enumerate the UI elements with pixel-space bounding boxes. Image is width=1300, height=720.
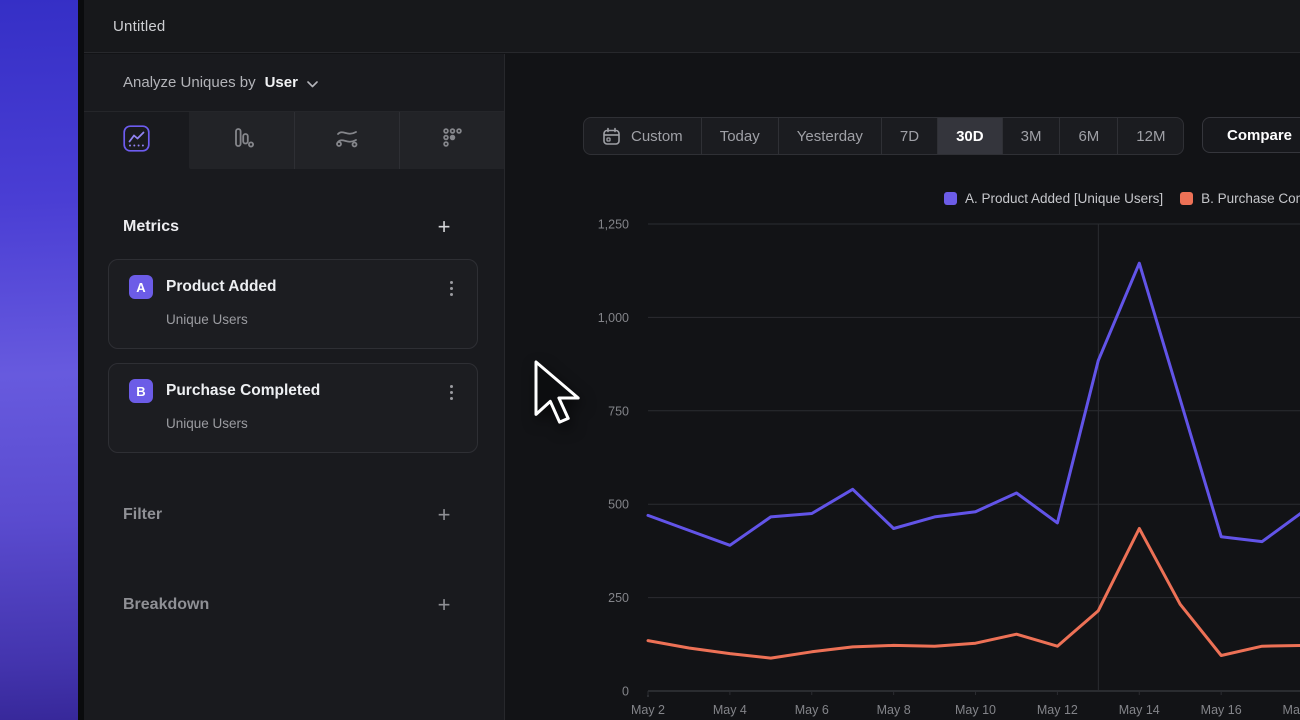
brand-gradient-stripe bbox=[0, 0, 78, 720]
breakdown-header: Breakdown + bbox=[84, 589, 504, 621]
metric-badge-b: B bbox=[129, 379, 153, 403]
tab-bar-chart[interactable] bbox=[189, 112, 294, 169]
add-metric-button[interactable]: + bbox=[432, 215, 456, 239]
metric-badge-a: A bbox=[129, 275, 153, 299]
metric-measure[interactable]: Unique Users bbox=[166, 312, 463, 327]
svg-text:May 18: May 18 bbox=[1283, 703, 1300, 717]
filter-header: Filter + bbox=[84, 499, 504, 531]
svg-text:0: 0 bbox=[622, 685, 629, 699]
svg-text:250: 250 bbox=[608, 591, 629, 605]
analyze-entity-dropdown[interactable]: User bbox=[265, 74, 298, 91]
sidebar: Analyze Uniques by User bbox=[84, 54, 505, 720]
chart-panel: CustomTodayYesterday7D30D3M6M12M Compare… bbox=[506, 54, 1300, 720]
svg-text:750: 750 bbox=[608, 404, 629, 418]
svg-text:May 2: May 2 bbox=[631, 703, 665, 717]
analyze-label: Analyze Uniques by bbox=[123, 74, 256, 91]
tab-flow-chart[interactable] bbox=[294, 112, 399, 169]
svg-text:May 10: May 10 bbox=[955, 703, 996, 717]
svg-text:1,250: 1,250 bbox=[598, 218, 629, 232]
line-chart-icon bbox=[123, 125, 150, 157]
metric-card-a[interactable]: A Product Added Unique Users bbox=[108, 259, 478, 349]
svg-text:500: 500 bbox=[608, 498, 629, 512]
flow-icon bbox=[333, 124, 361, 157]
tab-line-chart[interactable] bbox=[84, 112, 189, 169]
add-filter-button[interactable]: + bbox=[432, 503, 456, 527]
svg-text:May 14: May 14 bbox=[1119, 703, 1160, 717]
report-title[interactable]: Untitled bbox=[113, 18, 165, 35]
metric-name: Purchase Completed bbox=[166, 382, 320, 400]
chart-type-tabstrip bbox=[84, 112, 504, 169]
metric-name: Product Added bbox=[166, 278, 277, 296]
breakdown-title: Breakdown bbox=[123, 596, 209, 614]
svg-text:May 6: May 6 bbox=[795, 703, 829, 717]
svg-text:May 4: May 4 bbox=[713, 703, 747, 717]
metric-card-b[interactable]: B Purchase Completed Unique Users bbox=[108, 363, 478, 453]
metrics-header: Metrics + bbox=[84, 209, 504, 245]
top-bar: Untitled bbox=[84, 0, 1300, 53]
add-breakdown-button[interactable]: + bbox=[432, 593, 456, 617]
tab-grid-dots[interactable] bbox=[399, 112, 504, 169]
svg-text:May 16: May 16 bbox=[1201, 703, 1242, 717]
svg-text:May 12: May 12 bbox=[1037, 703, 1078, 717]
svg-text:1,000: 1,000 bbox=[598, 311, 629, 325]
svg-text:May 8: May 8 bbox=[877, 703, 911, 717]
metric-options-kebab-icon[interactable] bbox=[441, 276, 461, 300]
metric-measure[interactable]: Unique Users bbox=[166, 416, 463, 431]
chevron-down-icon[interactable] bbox=[307, 75, 318, 93]
metric-options-kebab-icon[interactable] bbox=[441, 380, 461, 404]
grid-dots-icon bbox=[438, 124, 466, 157]
filter-title: Filter bbox=[123, 506, 162, 524]
bar-chart-icon bbox=[228, 124, 256, 157]
line-chart[interactable]: 0 250 500 750 1,000 1,250 May 2 May 4 May 6 May 8… bbox=[506, 54, 1300, 720]
analyze-row: Analyze Uniques by User bbox=[84, 54, 504, 112]
metrics-title: Metrics bbox=[123, 218, 179, 236]
